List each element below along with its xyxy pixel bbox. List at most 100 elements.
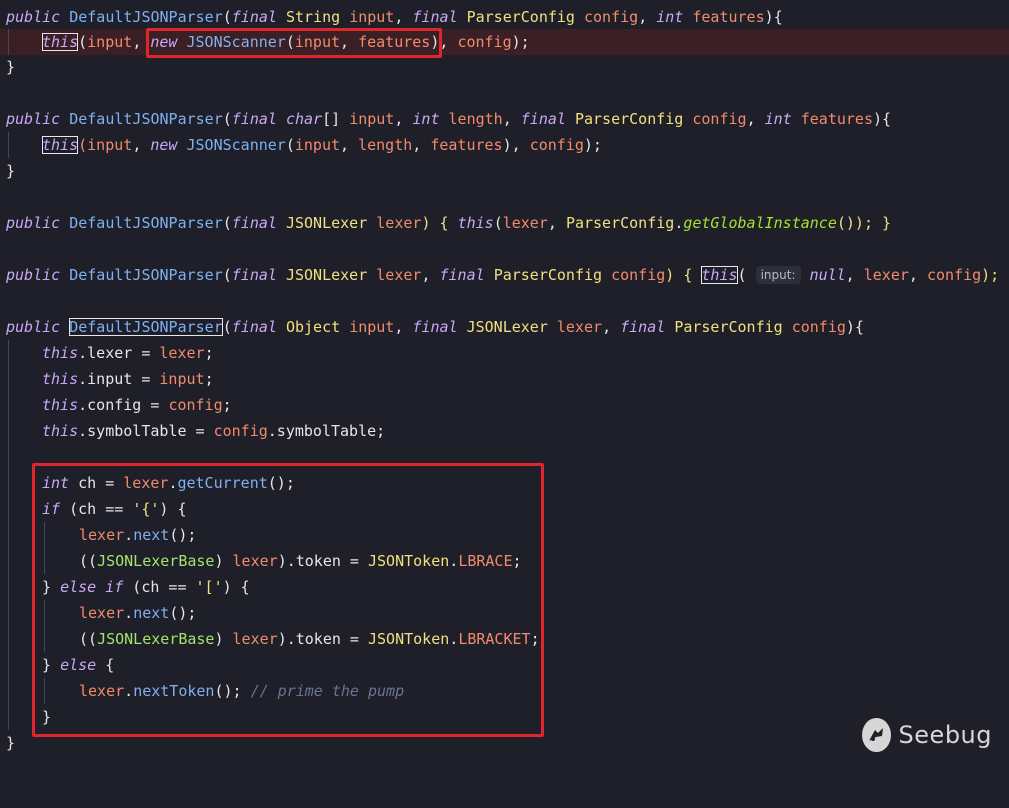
punct: ) { <box>421 214 458 232</box>
punct: ( <box>78 33 88 51</box>
punct: , <box>421 266 440 284</box>
punct: = <box>132 344 160 362</box>
method-name: DefaultJSONParser <box>69 214 223 232</box>
code-line: this.lexer = lexer; <box>0 340 1009 366</box>
param: config <box>584 8 639 26</box>
arg: config <box>529 136 584 154</box>
closing-brace: } <box>6 58 16 76</box>
keyword: final <box>231 8 277 26</box>
indent-guide <box>8 392 9 418</box>
punct: ( <box>222 266 232 284</box>
keyword: final <box>231 318 277 336</box>
seebug-bug-logo-icon <box>862 718 891 752</box>
arg: config <box>926 266 982 284</box>
keyword: int <box>412 110 440 128</box>
punct: ( <box>222 8 232 26</box>
param: length <box>448 110 503 128</box>
code-line: this(input, new JSONScanner(input, lengt… <box>0 132 1009 158</box>
punct: ; <box>222 396 232 414</box>
indent-guide <box>8 522 9 548</box>
keyword: this <box>457 214 494 232</box>
this-keyword-highlight[interactable]: this <box>42 136 79 154</box>
indent-guide <box>8 652 9 678</box>
punct: , <box>547 214 566 232</box>
punct: ()); } <box>836 214 892 232</box>
seebug-watermark: Seebug <box>862 713 992 757</box>
code-line: public DefaultJSONParser(final Object in… <box>0 314 1009 340</box>
type-name: ParserConfig <box>574 110 684 128</box>
arg: config <box>168 396 223 414</box>
code-line: public DefaultJSONParser(final char[] in… <box>0 106 1009 132</box>
punct: ; <box>204 370 214 388</box>
code-line: this.symbolTable = config.symbolTable; <box>0 418 1009 444</box>
keyword: int <box>656 8 684 26</box>
closing-brace: } <box>6 734 16 752</box>
punct: [] <box>322 110 350 128</box>
indent-guide <box>8 548 9 574</box>
code-line: } <box>0 158 1009 184</box>
punct: , <box>340 136 359 154</box>
field: .input <box>78 370 133 388</box>
arg: length <box>358 136 413 154</box>
keyword: final <box>231 266 277 284</box>
param: input <box>349 8 395 26</box>
this-keyword-highlight[interactable]: this <box>701 266 738 284</box>
indent-guide <box>8 470 9 496</box>
code-editor[interactable]: public DefaultJSONParser(final String in… <box>0 0 1009 763</box>
keyword: final <box>620 318 666 336</box>
punct: ); <box>583 136 602 154</box>
punct: = <box>186 422 214 440</box>
this-keyword-highlight[interactable]: this <box>42 33 79 51</box>
type-name: JSONLexer <box>285 214 368 232</box>
punct: ){ <box>845 318 864 336</box>
punct: ; <box>376 422 386 440</box>
keyword: final <box>412 8 458 26</box>
keyword: public <box>6 214 61 232</box>
keyword: final <box>231 214 277 232</box>
punct: , <box>638 8 657 26</box>
type-name: char <box>285 110 323 128</box>
punct: ( <box>78 136 88 154</box>
punct: ){ <box>764 8 783 26</box>
punct: , <box>439 33 458 51</box>
arg: input <box>87 33 133 51</box>
type-name: String <box>285 8 341 26</box>
punct: ( <box>493 214 503 232</box>
field: .config <box>78 396 142 414</box>
punct: , <box>132 136 151 154</box>
punct: ); <box>511 33 530 51</box>
keyword: final <box>412 318 458 336</box>
keyword: final <box>231 110 277 128</box>
field: .symbolTable <box>267 422 377 440</box>
indent-guide <box>8 496 9 522</box>
closing-brace: } <box>6 162 16 180</box>
constructor-name-highlight[interactable]: DefaultJSONParser <box>69 318 223 336</box>
keyword: final <box>520 110 566 128</box>
keyword: final <box>439 266 485 284</box>
indent-guide <box>8 704 9 730</box>
param: config <box>791 318 846 336</box>
field: .lexer <box>78 344 133 362</box>
punct: ){ <box>873 110 892 128</box>
keyword: public <box>6 110 61 128</box>
punct: , <box>394 110 413 128</box>
keyword: public <box>6 266 61 284</box>
punct: , <box>502 110 521 128</box>
punct: , <box>394 8 413 26</box>
annotation-box-token-init <box>32 463 544 737</box>
type-name: JSONLexer <box>285 266 368 284</box>
param: input <box>349 110 395 128</box>
param: config <box>692 110 747 128</box>
punct: ; <box>204 344 214 362</box>
code-line: public DefaultJSONParser(final JSONLexer… <box>0 262 1009 288</box>
type-name: JSONLexer <box>466 318 548 336</box>
punct: ( <box>285 136 295 154</box>
punct: , <box>845 266 864 284</box>
arg: config <box>457 33 512 51</box>
punct: ); } <box>981 266 1009 284</box>
indent-guide <box>8 132 9 158</box>
arg: input <box>87 136 133 154</box>
param: lexer <box>376 266 422 284</box>
param: lexer <box>556 318 603 336</box>
param: features <box>800 110 873 128</box>
